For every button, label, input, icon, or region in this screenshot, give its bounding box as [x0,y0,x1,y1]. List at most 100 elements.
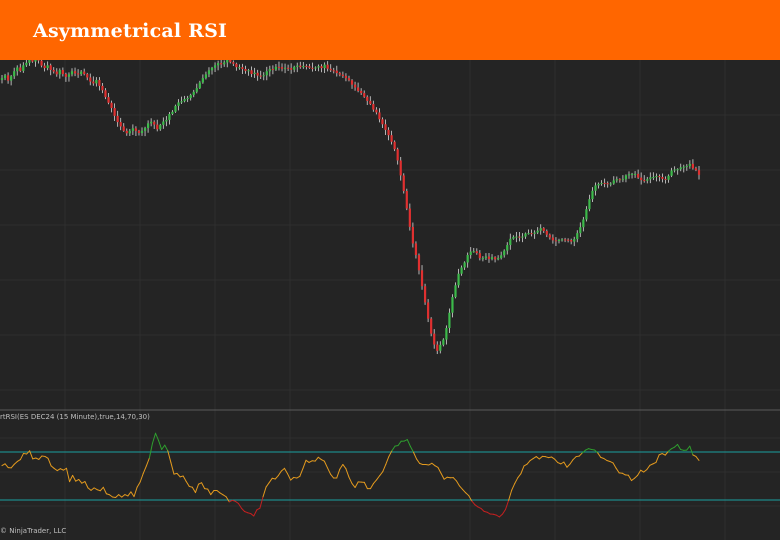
candle-down [329,68,332,71]
rsi-line-segment [256,507,261,511]
candle-down [381,119,384,125]
candle-down [299,65,302,68]
candle-up [688,163,691,167]
rsi-line-segment [158,440,163,450]
rsi-line-segment [369,482,375,490]
candle-up [597,183,600,186]
rsi-line-segment [185,481,190,487]
candle-up [512,236,515,239]
candle-up [588,199,591,210]
rsi-line-segment [661,453,666,456]
candle-down [396,149,399,161]
candle-up [633,173,637,175]
candle-up [600,182,603,184]
rsi-line-segment [182,475,187,483]
rsi-line-segment [348,476,353,485]
candle-down [98,79,101,86]
candle-up [16,67,19,72]
candle-down [125,130,128,134]
rsi-line-segment [44,455,49,459]
candle-up [579,227,582,234]
rsi-line-segment [148,442,153,459]
candle-up [484,256,488,259]
rsi-line-segment [578,452,583,457]
candle-up [143,128,147,131]
rsi-line-segment [409,445,414,453]
candle-down [6,75,10,81]
candle-down [423,286,427,303]
rsi-line-segment [514,477,519,484]
rsi-line-segment [397,440,402,447]
rsi-line-segment [50,465,55,469]
rsi-line-segment [317,456,322,461]
rsi-line-segment [139,472,144,483]
candle-down [433,333,436,345]
rsi-line-segment [290,476,295,481]
rsi-line-segment [115,494,120,498]
candle-down [235,63,238,68]
candle-up [207,70,211,75]
rsi-line-segment [133,486,138,498]
rsi-line-segment [373,479,378,484]
candle-up [573,239,576,242]
candle-up [466,255,469,263]
candle-down [134,128,138,131]
candle-up [576,233,579,240]
rsi-line-segment [308,460,313,463]
rsi-line-segment [207,488,212,496]
candle-up [594,185,597,191]
candle-down [487,256,491,260]
candle-up [451,297,454,313]
chart-grid [0,60,780,540]
candle-up [186,98,189,100]
rsi-line-segment [452,477,457,482]
candle-down [83,71,86,75]
candle-up [533,232,536,234]
candle-up [67,74,71,77]
candle-up [253,72,256,75]
candle-down [420,270,424,287]
rsi-line-segment [498,513,503,518]
rsi-line-segment [655,454,660,463]
candle-up [128,130,131,134]
rsi-line-segment [486,511,491,515]
candle-up [171,111,174,114]
candle-down [110,102,113,109]
rsi-line-segment [462,488,467,494]
rsi-line-segment [265,482,270,488]
candle-up [180,101,183,103]
candle-down [399,160,402,176]
rsi-line-segment [459,485,464,490]
candle-up [515,236,518,238]
rsi-line-segment [477,506,482,509]
candle-up [268,69,271,72]
rsi-line-segment [87,487,92,491]
candle-up [204,74,208,79]
candle-up [0,78,4,80]
rsi-line-segment [532,456,537,460]
rsi-line-segment [53,467,58,472]
candle-down [338,73,341,75]
rsi-line-segment [443,476,448,480]
candle-up [585,209,588,220]
chart-area[interactable] [0,60,780,540]
chart-canvas[interactable] [0,60,780,540]
rsi-line-segment [75,478,80,482]
rsi-line-segment [403,439,408,442]
candle-down [344,75,348,79]
candle-up [201,78,204,83]
candle-down [411,226,414,244]
rsi-line-segment [667,448,672,452]
rsi-line-segment [302,459,307,470]
candle-up [58,69,61,75]
candle-up [497,258,500,260]
rsi-line-segment [222,494,227,498]
candle-down [357,87,360,91]
rsi-line-segment [280,467,285,472]
rsi-line-segment [505,499,510,510]
rsi-line-segment [406,439,411,447]
rsi-line-segment [382,463,387,473]
candle-down [43,65,46,69]
candle-up [490,257,494,260]
candle-down [402,175,405,192]
